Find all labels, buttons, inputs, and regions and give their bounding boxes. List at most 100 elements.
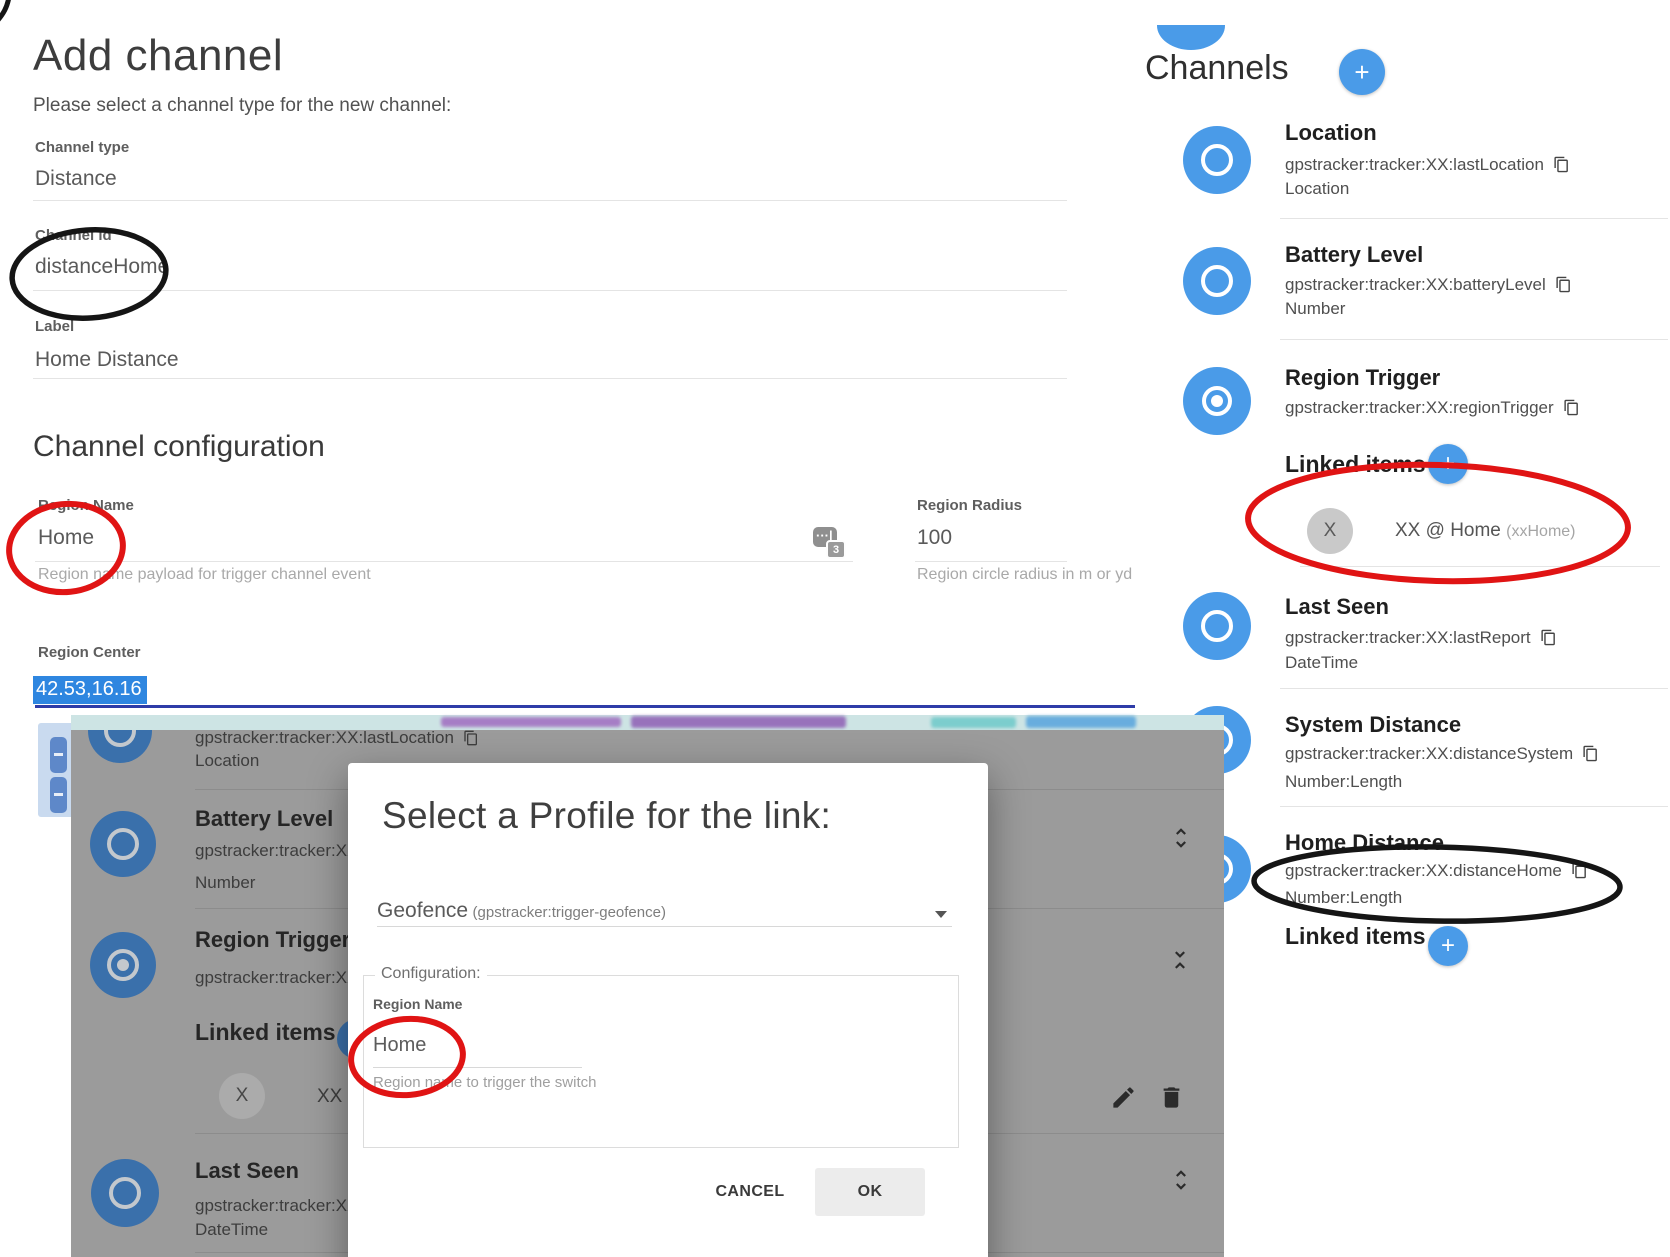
channel-type-text: Number [1285,299,1345,319]
selected-text: 42.53,16.16 [33,676,147,704]
channel-avatar-location [1183,126,1251,194]
channel-type-text: Number:Length [1285,888,1402,908]
dim-channel-type: Location [195,751,259,771]
divider [1280,688,1668,689]
channel-id-input[interactable]: distanceHome [35,255,169,279]
copy-icon[interactable] [1553,156,1570,173]
channel-uid: gpstracker:tracker:XX:lastLocation [1285,155,1570,175]
map-zoom-out-button[interactable] [50,777,67,813]
map-strip [71,715,1224,730]
dim-channel-title: Region Trigger [195,927,350,953]
dim-channel-avatar [91,1159,159,1227]
channel-type-select[interactable]: Distance [35,167,117,191]
region-name-label: Region Name [38,497,134,514]
channel-avatar-last-seen [1183,592,1251,660]
dim-channel-uid: gpstracker:tracker:XX:lastLocation [195,730,479,748]
channel-title: Home Distance [1285,830,1444,856]
linked-item-suffix: (xxHome) [1506,523,1575,540]
plus-icon: + [1441,932,1455,960]
corner-mark-annotation [0,0,9,20]
copy-icon[interactable] [1563,399,1580,416]
channel-id-underline [33,290,1067,291]
divider [1280,218,1668,219]
channel-title: Last Seen [1285,594,1389,620]
dialog-region-name-helper: Region name to trigger the switch [373,1074,596,1091]
divider [1280,806,1668,807]
linked-item-avatar: X [1307,508,1353,554]
add-linked-item-button[interactable]: + [1428,444,1468,484]
unfold-more-icon [1168,825,1194,851]
channel-type-text: DateTime [1285,653,1358,673]
dim-channel-avatar [88,730,152,763]
channel-title: System Distance [1285,712,1461,738]
linked-items-heading: Linked items [1285,923,1426,950]
label-field-label: Label [35,318,74,335]
dialog-region-name-label: Region Name [373,996,462,1012]
region-name-underline [35,561,853,562]
fieldset-legend: Configuration: [375,965,487,983]
radio-checked-icon [1202,386,1232,416]
delete-icon [1158,1084,1185,1111]
add-linked-item-button[interactable]: + [1428,926,1468,966]
section-heading: Channel configuration [33,430,325,464]
partial-fab[interactable] [1157,25,1225,50]
channel-uid: gpstracker:tracker:XX:distanceHome [1285,861,1588,881]
dim-channel-type: Number [195,873,255,893]
channel-uid: gpstracker:tracker:XX:batteryLevel [1285,275,1572,295]
channel-title: Battery Level [1285,242,1423,268]
autofill-badge: 3 [826,540,846,559]
channel-type-text: Number:Length [1285,772,1402,792]
dim-channel-title: Last Seen [195,1158,299,1184]
profile-select-detail: (gpstracker:trigger-geofence) [473,904,666,921]
edit-icon [1110,1084,1137,1111]
channel-uid: gpstracker:tracker:XX:regionTrigger [1285,398,1580,418]
divider [1280,339,1668,340]
channel-avatar-battery [1183,247,1251,315]
linked-item-label[interactable]: XX @ Home (xxHome) [1395,520,1576,542]
channel-uid: gpstracker:tracker:XX:lastReport [1285,628,1557,648]
channels-heading: Channels [1145,49,1289,88]
linked-items-heading: Linked items [1285,451,1426,478]
autofill-icon[interactable]: 3 [813,527,845,557]
channel-title: Location [1285,120,1377,146]
map-blob [931,717,1016,728]
copy-icon[interactable] [1571,862,1588,879]
copy-icon [463,730,479,746]
region-radius-label: Region Radius [917,497,1022,514]
plus-icon: + [1441,450,1455,478]
screenshot-canvas: Add channel Please select a channel type… [0,0,1670,1257]
channel-type-text: Location [1285,179,1349,199]
channel-avatar-region-trigger [1183,367,1251,435]
dialog-region-name-underline [373,1067,582,1068]
unfold-more-icon [1168,1167,1194,1193]
dialog-title: Select a Profile for the link: [382,795,831,837]
region-center-input[interactable]: 42.53,16.16 [33,676,147,704]
channel-type-underline [33,200,1067,201]
region-name-input[interactable]: Home [38,526,94,550]
cancel-button[interactable]: CANCEL [700,1168,800,1216]
ok-button[interactable]: OK [815,1168,925,1216]
region-center-label: Region Center [38,644,141,661]
region-radius-input[interactable]: 100 [917,526,952,550]
copy-icon[interactable] [1540,629,1557,646]
region-center-focus-underline [35,705,1135,708]
channel-id-label: Channel id [35,227,112,244]
channel-type-label: Channel type [35,139,129,156]
map-zoom-in-button[interactable] [50,737,67,773]
dim-channel-avatar [90,811,156,877]
copy-icon[interactable] [1555,276,1572,293]
region-name-helper: Region name payload for trigger channel … [38,566,371,584]
label-underline [33,378,1067,379]
label-field-input[interactable]: Home Distance [35,348,179,372]
circle-icon [1201,144,1233,176]
dialog-region-name-input[interactable]: Home [373,1034,426,1057]
profile-dialog: Select a Profile for the link: Geofence … [348,763,988,1257]
add-channel-button[interactable]: + [1339,49,1385,95]
dim-linked-item-avatar: X [219,1073,265,1119]
map-blob [631,716,846,728]
unfold-less-icon [1167,947,1193,973]
copy-icon[interactable] [1582,745,1599,762]
map-blob [1026,716,1136,728]
profile-select[interactable]: Geofence (gpstracker:trigger-geofence) [377,899,957,923]
channel-title: Region Trigger [1285,365,1440,391]
